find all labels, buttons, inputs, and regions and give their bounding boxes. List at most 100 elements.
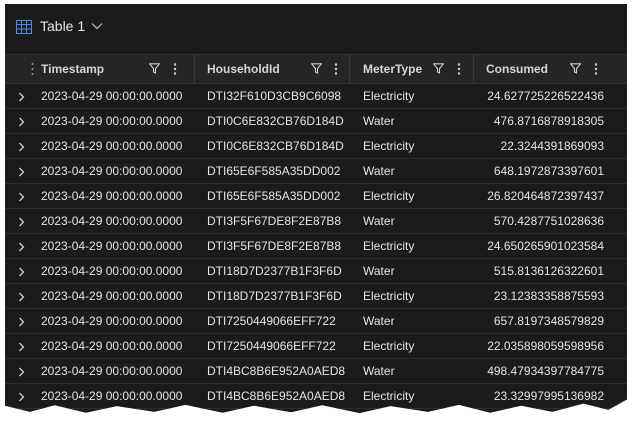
cell-consumed: 570.4287751028636 — [493, 214, 604, 228]
table-row[interactable]: 2023-04-29 00:00:00.0000 DTI4BC8B6E952A0… — [5, 384, 627, 409]
more-vertical-icon[interactable] — [334, 62, 338, 76]
cell-metertype: Water — [363, 164, 395, 178]
cell-metertype: Water — [363, 314, 395, 328]
table-icon — [16, 20, 32, 34]
chevron-right-icon[interactable] — [18, 317, 25, 327]
filter-icon[interactable] — [570, 63, 581, 74]
cell-consumed: 515.8136126322601 — [493, 264, 604, 278]
cell-timestamp: 2023-04-29 00:00:00.0000 — [41, 389, 183, 403]
cell-timestamp: 2023-04-29 00:00:00.0000 — [41, 264, 183, 278]
cell-metertype: Water — [363, 264, 395, 278]
cell-timestamp: 2023-04-29 00:00:00.0000 — [41, 114, 183, 128]
cell-timestamp: 2023-04-29 00:00:00.0000 — [41, 189, 183, 203]
cell-timestamp: 2023-04-29 00:00:00.0000 — [41, 89, 183, 103]
cell-metertype: Electricity — [363, 389, 415, 403]
column-label-metertype: MeterType — [363, 62, 423, 76]
more-vertical-icon[interactable] — [457, 62, 461, 76]
cell-consumed: 24.650265901023584 — [487, 239, 604, 253]
cell-householdid: DTI0C6E832CB76D184D — [207, 139, 344, 153]
cell-timestamp: 2023-04-29 00:00:00.0000 — [41, 289, 183, 303]
more-vertical-icon[interactable] — [594, 62, 598, 76]
cell-householdid: DTI65E6F585A35DD002 — [207, 189, 341, 203]
chevron-right-icon[interactable] — [18, 367, 25, 377]
table-row[interactable]: 2023-04-29 00:00:00.0000 DTI65E6F585A35D… — [5, 184, 627, 209]
column-header-householdid[interactable]: HouseholdId — [195, 55, 350, 83]
table-row[interactable]: 2023-04-29 00:00:00.0000 DTI0C6E832CB76D… — [5, 109, 627, 134]
table-row[interactable]: 2023-04-29 00:00:00.0000 DTI3F5F67DE8F2E… — [5, 234, 627, 259]
cell-householdid: DTI7250449066EFF722 — [207, 339, 336, 353]
chevron-right-icon[interactable] — [18, 267, 25, 277]
cell-timestamp: 2023-04-29 00:00:00.0000 — [41, 164, 183, 178]
cell-consumed: 24.627725226522436 — [487, 89, 604, 103]
cell-metertype: Water — [363, 364, 395, 378]
cell-metertype: Electricity — [363, 189, 415, 203]
cell-householdid: DTI65E6F585A35DD002 — [207, 164, 341, 178]
chevron-right-icon[interactable] — [18, 92, 25, 102]
chevron-right-icon[interactable] — [18, 117, 25, 127]
table-row[interactable]: 2023-04-29 00:00:00.0000 DTI3F5F67DE8F2E… — [5, 209, 627, 234]
cell-consumed: 23.32997995136982 — [493, 389, 604, 403]
column-header-consumed[interactable]: Consumed — [474, 55, 627, 83]
cell-householdid: DTI32F610D3CB9C6098 — [207, 89, 342, 103]
chevron-right-icon[interactable] — [18, 392, 25, 402]
cell-consumed: 648.1972873397601 — [493, 164, 604, 178]
cell-householdid: DTI3F5F67DE8F2E87B8 — [207, 214, 342, 228]
table-row[interactable]: 2023-04-29 00:00:00.0000 DTI7250449066EF… — [5, 334, 627, 359]
chevron-right-icon[interactable] — [18, 292, 25, 302]
chevron-right-icon[interactable] — [18, 342, 25, 352]
chevron-down-icon[interactable] — [91, 22, 103, 30]
column-label-consumed: Consumed — [486, 62, 549, 76]
cell-timestamp: 2023-04-29 00:00:00.0000 — [41, 214, 183, 228]
more-vertical-icon[interactable] — [173, 62, 177, 76]
table-row[interactable]: 2023-04-29 00:00:00.0000 DTI65E6F585A35D… — [5, 159, 627, 184]
cell-timestamp: 2023-04-29 00:00:00.0000 — [41, 239, 183, 253]
cell-consumed: 657.8197348579829 — [493, 314, 604, 328]
cell-consumed: 23.12383358875593 — [493, 289, 604, 303]
cell-metertype: Water — [363, 114, 395, 128]
table-row[interactable]: 2023-04-29 00:00:00.0000 DTI18D7D2377B1F… — [5, 284, 627, 309]
cell-metertype: Electricity — [363, 239, 415, 253]
cell-consumed: 498.47934397784775 — [487, 364, 604, 378]
cell-timestamp: 2023-04-29 00:00:00.0000 — [41, 364, 183, 378]
cell-metertype: Electricity — [363, 89, 415, 103]
chevron-right-icon[interactable] — [18, 242, 25, 252]
cell-householdid: DTI18D7D2377B1F3F6D — [207, 264, 342, 278]
table-row[interactable]: 2023-04-29 00:00:00.0000 DTI32F610D3CB9C… — [5, 84, 627, 109]
cell-consumed: 22.3244391869093 — [500, 139, 604, 153]
cell-metertype: Electricity — [363, 289, 415, 303]
column-header-metertype[interactable]: MeterType — [350, 55, 474, 83]
table-title[interactable]: Table 1 — [40, 18, 85, 34]
cell-timestamp: 2023-04-29 00:00:00.0000 — [41, 139, 183, 153]
table-row[interactable]: 2023-04-29 00:00:00.0000 DTI7250449066EF… — [5, 309, 627, 334]
chevron-right-icon[interactable] — [18, 142, 25, 152]
title-bar: Table 1 — [5, 4, 627, 50]
table-row[interactable]: 2023-04-29 00:00:00.0000 DTI0C6E832CB76D… — [5, 134, 627, 159]
cell-householdid: DTI4BC8B6E952A0AED8 — [207, 389, 346, 403]
cell-householdid: DTI7250449066EFF722 — [207, 314, 336, 328]
table-header: Timestamp HouseholdId MeterType Consumed — [5, 54, 627, 84]
filter-icon[interactable] — [311, 63, 322, 74]
cell-consumed: 476.8716878918305 — [493, 114, 604, 128]
chevron-right-icon[interactable] — [18, 217, 25, 227]
filter-icon[interactable] — [149, 63, 160, 74]
column-header-timestamp[interactable]: Timestamp — [5, 55, 195, 83]
table-row[interactable]: 2023-04-29 00:00:00.0000 DTI18D7D2377B1F… — [5, 259, 627, 284]
table-visual: Table 1 Timestamp HouseholdId MeterType … — [5, 4, 627, 414]
cell-metertype: Water — [363, 214, 395, 228]
filter-icon[interactable] — [433, 63, 444, 74]
cell-householdid: DTI0C6E832CB76D184D — [207, 114, 344, 128]
cell-timestamp: 2023-04-29 00:00:00.0000 — [41, 314, 183, 328]
chevron-right-icon[interactable] — [18, 192, 25, 202]
cell-householdid: DTI18D7D2377B1F3F6D — [207, 289, 342, 303]
cell-consumed: 22.035898059598956 — [487, 339, 604, 353]
chevron-right-icon[interactable] — [18, 167, 25, 177]
column-label-householdid: HouseholdId — [207, 62, 280, 76]
cell-metertype: Electricity — [363, 339, 415, 353]
table-row[interactable]: 2023-04-29 00:00:00.0000 DTI4BC8B6E952A0… — [5, 359, 627, 384]
cell-householdid: DTI3F5F67DE8F2E87B8 — [207, 239, 342, 253]
cell-metertype: Electricity — [363, 139, 415, 153]
cell-timestamp: 2023-04-29 00:00:00.0000 — [41, 339, 183, 353]
cell-consumed: 26.820464872397437 — [487, 189, 604, 203]
column-label-timestamp: Timestamp — [41, 62, 105, 76]
cell-householdid: DTI4BC8B6E952A0AED8 — [207, 364, 346, 378]
